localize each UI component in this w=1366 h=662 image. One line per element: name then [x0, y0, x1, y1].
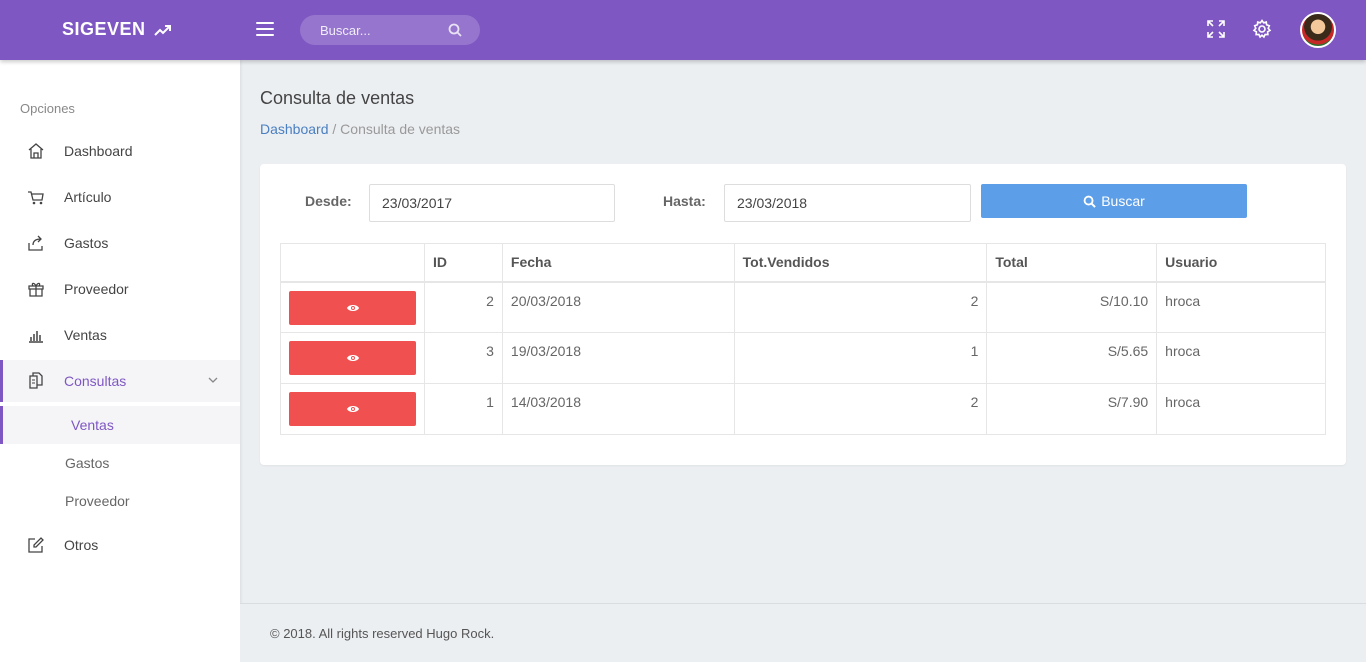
breadcrumb-home-link[interactable]: Dashboard [260, 121, 329, 137]
table-row: 3 19/03/2018 1 S/5.65 hroca [280, 332, 1326, 384]
sidebar-item-consultas[interactable]: Consultas [0, 360, 240, 402]
user-avatar[interactable] [1300, 12, 1336, 48]
home-icon [28, 143, 44, 159]
cell-id: 1 [424, 383, 503, 435]
action-cell [280, 383, 425, 435]
footer-copyright: © 2018. All rights reserved Hugo Rock. [270, 626, 495, 641]
cell-usuario: hroca [1156, 332, 1326, 384]
view-button[interactable] [289, 290, 416, 325]
sidebar-item-label: Proveedor [64, 281, 129, 297]
hasta-date-field[interactable] [724, 184, 971, 222]
sidebar-item-label: Ventas [64, 327, 107, 343]
column-header-actions [280, 243, 425, 283]
menu-toggle-icon[interactable] [256, 22, 274, 38]
hasta-label: Hasta: [663, 193, 706, 209]
desde-date-field[interactable] [369, 184, 615, 222]
sidebar-subitem-ventas[interactable]: Ventas [0, 406, 240, 444]
eye-icon [346, 355, 359, 361]
sidebar-subitem-proveedor[interactable]: Proveedor [0, 482, 240, 520]
table-header-row: ID Fecha Tot.Vendidos Total Usuario [280, 243, 1326, 283]
column-header-fecha[interactable]: Fecha [501, 243, 735, 283]
column-header-tot-vendidos[interactable]: Tot.Vendidos [733, 243, 988, 283]
column-header-usuario[interactable]: Usuario [1156, 243, 1326, 283]
top-bar: SIGEVEN [0, 0, 1366, 60]
action-cell [280, 332, 425, 384]
sidebar-item-label: Dashboard [64, 143, 133, 159]
cell-usuario: hroca [1156, 383, 1326, 435]
gift-icon [28, 282, 44, 297]
page-title: Consulta de ventas [260, 88, 415, 108]
footer: © 2018. All rights reserved Hugo Rock. [240, 603, 1366, 662]
cell-tot-vendidos: 1 [733, 332, 988, 384]
cell-total: S/10.10 [986, 281, 1158, 333]
sidebar-item-label: Artículo [64, 189, 112, 205]
sidebar-item-label: Gastos [64, 235, 109, 251]
brand[interactable]: SIGEVEN [62, 19, 172, 40]
chevron-down-icon [208, 377, 218, 383]
breadcrumb-current: Consulta de ventas [340, 121, 461, 137]
sidebar-subitem-label: Gastos [65, 455, 110, 471]
sidebar-item-articulo[interactable]: Artículo [0, 176, 240, 218]
sidebar-item-otros[interactable]: Otros [0, 524, 240, 566]
buscar-button-label: Buscar [1101, 193, 1145, 209]
breadcrumb: Dashboard / Consulta de ventas [260, 121, 460, 137]
view-button[interactable] [289, 341, 416, 375]
cell-fecha: 14/03/2018 [501, 383, 735, 435]
cell-tot-vendidos: 2 [733, 281, 988, 333]
view-button[interactable] [289, 392, 416, 426]
cart-icon [28, 191, 44, 205]
action-cell [280, 281, 425, 333]
cell-tot-vendidos: 2 [733, 383, 988, 435]
sidebar-item-gastos[interactable]: Gastos [0, 222, 240, 264]
column-header-total[interactable]: Total [986, 243, 1158, 283]
sidebar: Opciones Dashboard Artículo Gastos Prove… [0, 60, 240, 662]
breadcrumb-separator: / [328, 121, 341, 137]
gear-icon[interactable] [1251, 18, 1273, 40]
buscar-button[interactable]: Buscar [981, 184, 1247, 218]
sidebar-item-label: Otros [64, 537, 99, 553]
edit-icon [28, 537, 44, 553]
sidebar-subitem-gastos[interactable]: Gastos [0, 444, 240, 482]
sales-table: ID Fecha Tot.Vendidos Total Usuario 2 20… [280, 243, 1326, 435]
bar-chart-icon [29, 331, 43, 343]
cell-id: 3 [424, 332, 503, 384]
sidebar-subitem-label: Ventas [71, 417, 114, 433]
sidebar-heading: Opciones [20, 101, 75, 116]
cell-fecha: 19/03/2018 [501, 332, 735, 384]
sidebar-item-dashboard[interactable]: Dashboard [0, 130, 240, 172]
eye-icon [346, 406, 359, 412]
search-icon[interactable] [448, 23, 462, 37]
cell-usuario: hroca [1156, 281, 1326, 333]
search-box [300, 15, 480, 45]
column-header-id[interactable]: ID [424, 243, 503, 283]
brand-name: SIGEVEN [62, 19, 146, 39]
sidebar-item-label: Consultas [64, 373, 127, 389]
trending-up-icon [153, 24, 171, 36]
documents-icon [29, 372, 43, 389]
search-input[interactable] [300, 15, 440, 45]
share-icon [28, 235, 43, 251]
cell-total: S/7.90 [986, 383, 1158, 435]
cell-fecha: 20/03/2018 [501, 281, 735, 333]
search-icon [1083, 195, 1096, 208]
eye-icon [346, 304, 359, 311]
fullscreen-icon[interactable] [1205, 18, 1227, 40]
table-row: 1 14/03/2018 2 S/7.90 hroca [280, 383, 1326, 435]
cell-total: S/5.65 [986, 332, 1158, 384]
cell-id: 2 [424, 281, 503, 333]
sales-query-card: Desde: Hasta: Buscar ID Fecha Tot.Vendid… [260, 164, 1346, 465]
sidebar-item-proveedor[interactable]: Proveedor [0, 268, 240, 310]
sidebar-item-ventas[interactable]: Ventas [0, 314, 240, 356]
sidebar-subitem-label: Proveedor [65, 493, 130, 509]
desde-label: Desde: [305, 193, 352, 209]
table-row: 2 20/03/2018 2 S/10.10 hroca [280, 281, 1326, 333]
